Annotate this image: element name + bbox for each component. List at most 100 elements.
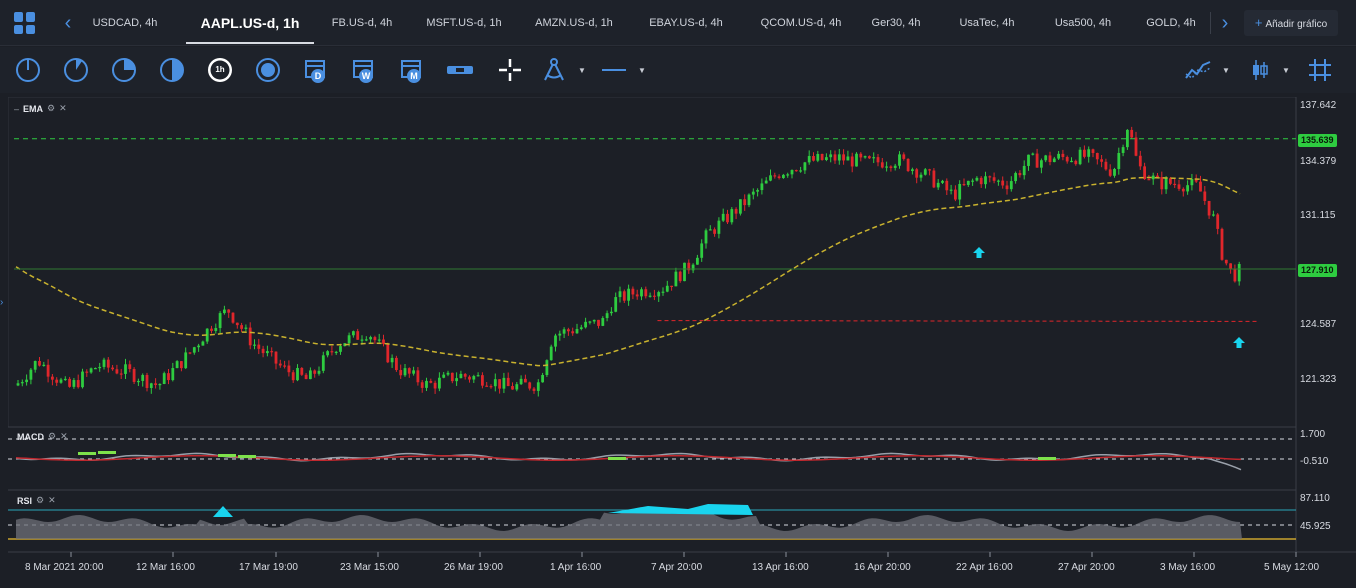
candle-body (1216, 214, 1220, 229)
settings-icon[interactable]: ⚙ (36, 495, 44, 506)
minimize-icon[interactable]: – (14, 104, 19, 114)
candle-body (773, 175, 777, 177)
candle-body (614, 297, 618, 312)
candle-body (1224, 259, 1228, 264)
chevron-right-icon[interactable]: › (1218, 12, 1232, 34)
tab-usdcad[interactable]: USDCAD, 4h (80, 0, 170, 46)
candle-body (29, 369, 33, 380)
candle-body (1212, 214, 1215, 216)
chevron-down-icon[interactable]: ▼ (638, 67, 646, 75)
line-style-icon[interactable] (600, 56, 628, 84)
candle-body (248, 327, 252, 346)
settings-icon[interactable]: ⚙ (47, 103, 55, 114)
day-period-label: D (314, 71, 322, 81)
candle-body (902, 154, 906, 159)
tab-amzn[interactable]: AMZN.US-d, 1h (524, 0, 624, 46)
candle-body (653, 295, 656, 297)
candle-body (429, 380, 433, 383)
chevron-down-icon[interactable]: ▼ (1222, 67, 1230, 75)
clock-15m-icon[interactable] (110, 56, 138, 84)
close-icon[interactable]: ✕ (60, 431, 68, 442)
candle-body (966, 180, 970, 185)
candle-body (1057, 153, 1060, 159)
settings-icon[interactable]: ⚙ (48, 431, 56, 442)
tab-aapl[interactable]: AAPL.US-d, 1h (186, 0, 314, 46)
candle-body (837, 154, 841, 161)
candle-body (1070, 160, 1073, 163)
tab-usa500[interactable]: Usa500, 4h (1046, 0, 1120, 46)
chart-area[interactable]: – EMA ⚙ ✕ MACD ⚙ ✕ RSI ⚙ ✕ 137.642 135.6… (8, 97, 1356, 588)
close-icon[interactable]: ✕ (48, 495, 56, 506)
candle-body (287, 365, 291, 373)
rsi-level-label: 45.925 (1300, 521, 1331, 532)
candle-body (171, 368, 175, 381)
tab-fb[interactable]: FB.US-d, 4h (316, 0, 408, 46)
grid-icon[interactable] (1306, 56, 1334, 84)
candle-body (579, 327, 583, 330)
candle-body (55, 379, 59, 383)
clock-30m-icon[interactable] (158, 56, 186, 84)
candle-body (880, 162, 884, 168)
tab-msft[interactable]: MSFT.US-d, 1h (414, 0, 514, 46)
candle-body (339, 346, 342, 352)
macd-signal-line (15, 455, 1242, 461)
candle-body (906, 158, 910, 172)
tab-qcom[interactable]: QCOM.US-d, 4h (748, 0, 854, 46)
candle-body (863, 156, 867, 158)
price-chart[interactable] (8, 97, 1356, 588)
candle-body (481, 375, 484, 386)
macd-histogram-bar (218, 454, 236, 457)
candle-body (373, 337, 377, 341)
candle-body (1134, 137, 1138, 156)
crosshair-icon[interactable] (496, 56, 524, 84)
chart-type-icon[interactable] (1246, 56, 1274, 84)
tab-gold[interactable]: GOLD, 4h (1142, 0, 1200, 46)
add-chart-button[interactable]: + Añadir gráfico (1244, 10, 1338, 36)
candle-body (330, 351, 334, 353)
candle-body (528, 382, 532, 389)
macd-histogram-bar (608, 457, 626, 460)
candle-body (382, 339, 385, 344)
candle-body (167, 373, 170, 381)
candle-body (739, 199, 742, 214)
horizontal-range-icon[interactable] (446, 56, 474, 84)
macd-level-label: 1.700 (1300, 429, 1326, 440)
clock-4h-icon[interactable] (254, 56, 282, 84)
chevron-right-icon[interactable]: › (0, 297, 3, 308)
chevron-down-icon[interactable]: ▼ (578, 67, 586, 75)
candle-body (291, 372, 295, 381)
candle-body (1022, 165, 1026, 176)
tab-ger30[interactable]: Ger30, 4h (864, 0, 928, 46)
indicators-icon[interactable] (1184, 56, 1212, 84)
candle-body (506, 377, 510, 387)
candle-body (1009, 181, 1013, 190)
close-icon[interactable]: ✕ (59, 103, 67, 114)
candle-body (524, 378, 527, 383)
calendar-week-icon[interactable]: W (350, 56, 378, 84)
candle-body (1014, 173, 1017, 182)
candle-body (459, 373, 463, 379)
clock-1m-icon[interactable] (14, 56, 42, 84)
candle-body (317, 370, 321, 374)
clock-1h-icon[interactable]: 1h (206, 56, 234, 84)
candle-body (132, 369, 136, 382)
candle-body (562, 329, 566, 334)
candle-body (1001, 180, 1005, 186)
candle-body (1117, 152, 1121, 169)
tab-usatec[interactable]: UsaTec, 4h (952, 0, 1022, 46)
layout-grid-icon[interactable] (14, 12, 36, 34)
symbol-tab-bar: ‹ USDCAD, 4h AAPL.US-d, 1h FB.US-d, 4h M… (0, 0, 1356, 46)
candle-body (704, 230, 708, 244)
candle-body (81, 371, 84, 388)
calendar-month-icon[interactable]: M (398, 56, 426, 84)
tab-ebay[interactable]: EBAY.US-d, 4h (636, 0, 736, 46)
chevron-left-icon[interactable]: ‹ (61, 12, 75, 34)
candle-body (356, 331, 360, 340)
candle-body (192, 347, 196, 353)
candle-body (777, 176, 781, 179)
clock-5m-icon[interactable] (62, 56, 90, 84)
candle-body (395, 357, 398, 371)
drawing-tools-icon[interactable] (540, 56, 568, 84)
chevron-down-icon[interactable]: ▼ (1282, 67, 1290, 75)
calendar-day-icon[interactable]: D (302, 56, 330, 84)
